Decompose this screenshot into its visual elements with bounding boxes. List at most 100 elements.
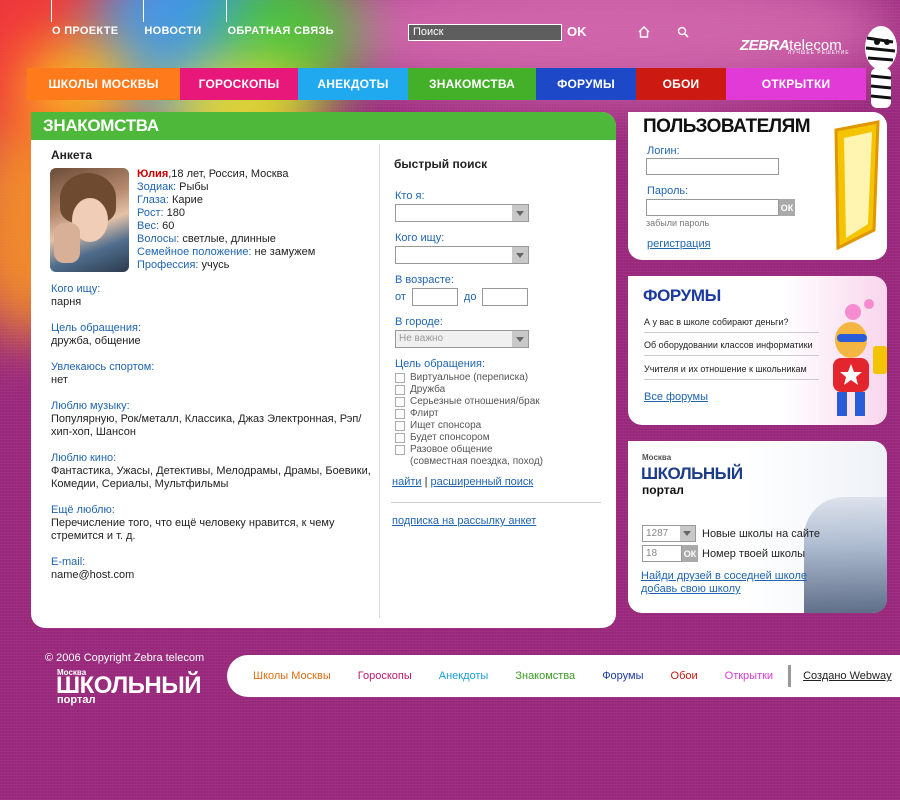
age-to-input[interactable] <box>482 288 529 306</box>
password-input[interactable] <box>646 199 779 216</box>
goal-checkbox[interactable]: Разовое общение (совместная поездка, пох… <box>395 444 615 468</box>
add-school-link[interactable]: добавь свою школу <box>641 583 741 595</box>
made-by-link[interactable]: Создано Webway <box>803 670 892 682</box>
school-number-label: Номер твоей школы <box>702 548 806 560</box>
search-links: найти | расширенный поиск <box>392 476 534 488</box>
goal-checkbox[interactable]: Виртуальное (переписка) <box>395 372 615 384</box>
goal-checkbox[interactable]: Будет спонсором <box>395 432 615 444</box>
quick-search-form: Кто я: Кого ищу: В возрасте: от до В гор… <box>395 190 615 468</box>
profile-name[interactable]: Юлия <box>137 168 168 180</box>
profile-row: Глаза: Карие <box>137 194 203 206</box>
footer-link-forums[interactable]: Форумы <box>602 670 643 682</box>
new-schools-label: Новые школы на сайте <box>702 528 821 540</box>
menu-dating[interactable]: ЗНАКОМСТВА <box>408 68 536 100</box>
footer-link-horoscopes[interactable]: Гороскопы <box>358 670 412 682</box>
footer-link-wallpapers[interactable]: Обои <box>671 670 698 682</box>
home-icon[interactable] <box>637 25 651 39</box>
find-friends-link[interactable]: Найди друзей в соседней школе <box>641 570 807 582</box>
find-link[interactable]: найти <box>392 476 422 488</box>
profile-fields: Кого ищу: парня Цель обращения: дружба, об… <box>51 283 381 595</box>
login-input[interactable] <box>646 158 779 175</box>
footer-link-jokes[interactable]: Анекдоты <box>439 670 489 682</box>
search-ok-button[interactable]: OK <box>567 24 587 39</box>
search-input[interactable]: Поиск <box>408 24 562 41</box>
field-movies: Люблю кино: Фантастика, Ужасы, Детективы,… <box>51 452 371 490</box>
profile-row: Вес: 60 <box>137 220 175 232</box>
portal-city: Москва <box>642 453 672 462</box>
profile-row: Рост: 180 <box>137 207 185 219</box>
school-number-input[interactable]: 18 <box>642 545 682 562</box>
login-ok-button[interactable]: ОК <box>779 199 795 216</box>
city-select[interactable]: Не важно <box>395 330 529 348</box>
door-decoration-icon <box>834 120 880 251</box>
chevron-down-icon <box>512 205 528 221</box>
users-box: ПОЛЬЗОВАТЕЛЯМ Логин: Пароль: ОК забыли п… <box>628 112 887 260</box>
top-link-about[interactable]: О ПРОЕКТЕ <box>50 0 118 37</box>
copyright: © 2006 Copyright Zebra telecom <box>45 652 205 664</box>
who-am-i-select[interactable] <box>395 204 529 222</box>
goal-label: Цель обращения: <box>395 358 486 370</box>
footer-link-dating[interactable]: Знакомства <box>515 670 575 682</box>
forgot-password-link[interactable]: забыли пароль <box>646 218 709 228</box>
goal-checkbox[interactable]: Серьезные отношения/брак <box>395 396 615 408</box>
menu-jokes[interactable]: АНЕКДОТЫ <box>298 68 408 100</box>
menu-wallpapers[interactable]: ОБОИ <box>636 68 726 100</box>
profile-row: Зодиак: Рыбы <box>137 181 209 193</box>
forum-item[interactable]: Учителя и их отношение к школьникам <box>644 364 819 380</box>
age-label: В возрасте: <box>395 274 454 286</box>
goal-checkbox[interactable]: Флирт <box>395 408 615 420</box>
column-divider <box>379 144 380 618</box>
who-seek-select[interactable] <box>395 246 529 264</box>
profile-row: Семейное положение: не замужем <box>137 246 316 258</box>
login-label: Логин: <box>647 145 680 157</box>
forum-item[interactable]: Об оборудовании классов информатики <box>644 340 819 356</box>
top-link-feedback[interactable]: ОБРАТНАЯ СВЯЗЬ <box>226 0 334 37</box>
footer-separator <box>788 665 792 687</box>
users-title: ПОЛЬЗОВАТЕЛЯМ <box>643 116 811 137</box>
goal-checkbox[interactable]: Дружба <box>395 384 615 396</box>
menu-schools[interactable]: ШКОЛЫ МОСКВЫ <box>27 68 180 100</box>
age-range: от до <box>395 288 615 306</box>
top-link-news[interactable]: НОВОСТИ <box>143 0 201 37</box>
page-title: ЗНАКОМСТВА <box>31 112 616 140</box>
student-photo <box>804 497 887 613</box>
field-seeking: Кого ищу: парня <box>51 283 101 308</box>
mascot-character-icon <box>833 299 887 416</box>
search-icon[interactable] <box>676 25 690 39</box>
menu-horoscopes[interactable]: ГОРОСКОПЫ <box>180 68 298 100</box>
profile-info: Юлия,18 лет, Россия, Москва Зодиак: Рыбы… <box>137 168 316 271</box>
footer-portal-sub: портал <box>57 694 96 706</box>
chevron-down-icon <box>512 331 528 347</box>
city-label: В городе: <box>395 316 443 328</box>
new-schools-select[interactable]: 1287 <box>642 525 696 542</box>
who-seek-label: Кого ищу: <box>395 232 445 244</box>
school-ok-button[interactable]: ОК <box>682 545 698 562</box>
dating-panel: ЗНАКОМСТВА Анкета Юлия,18 лет, Россия, М… <box>31 112 616 628</box>
advanced-search-link[interactable]: расширенный поиск <box>431 476 534 488</box>
all-forums-link[interactable]: Все форумы <box>644 391 708 403</box>
profile-row: Профессия: учусь <box>137 259 230 271</box>
menu-forums[interactable]: ФОРУМЫ <box>536 68 636 100</box>
main-menu: ШКОЛЫ МОСКВЫ ГОРОСКОПЫ АНЕКДОТЫ ЗНАКОМСТ… <box>27 68 866 100</box>
field-sport: Увлекаюсь спортом: нет <box>51 361 155 386</box>
chevron-down-icon <box>512 247 528 263</box>
subscribe-link[interactable]: подписка на рассылку анкет <box>392 515 536 527</box>
menu-postcards[interactable]: ОТКРЫТКИ <box>726 68 866 100</box>
top-nav: О ПРОЕКТЕ НОВОСТИ ОБРАТНАЯ СВЯЗЬ <box>50 0 360 37</box>
footer-link-postcards[interactable]: Открытки <box>725 670 773 682</box>
chevron-down-icon <box>680 526 695 541</box>
zebra-telecom-logo[interactable]: ZEBRAtelecom ЛУЧШЕЕ РЕШЕНИЕ <box>740 37 849 56</box>
footer-link-schools[interactable]: Школы Москвы <box>253 670 331 682</box>
goal-checkbox[interactable]: Ищет спонсора <box>395 420 615 432</box>
forum-item[interactable]: А у вас в школе собирают деньги? <box>644 317 819 333</box>
forums-box: ФОРУМЫ А у вас в школе собирают деньги? … <box>628 276 887 425</box>
portal-sub: портал <box>642 483 684 497</box>
register-link[interactable]: регистрация <box>647 238 711 250</box>
profile-photo[interactable] <box>50 168 129 272</box>
quick-search-title: быстрый поиск <box>394 157 488 171</box>
field-also-likes: Ещё люблю: Перечисление того, что ещё чел… <box>51 504 335 542</box>
portal-name: ШКОЛЬНЫЙ <box>641 464 743 483</box>
who-am-i-label: Кто я: <box>395 190 425 202</box>
field-music: Люблю музыку: Популярную, Рок/металл, Кла… <box>51 400 362 438</box>
age-from-input[interactable] <box>411 288 458 306</box>
